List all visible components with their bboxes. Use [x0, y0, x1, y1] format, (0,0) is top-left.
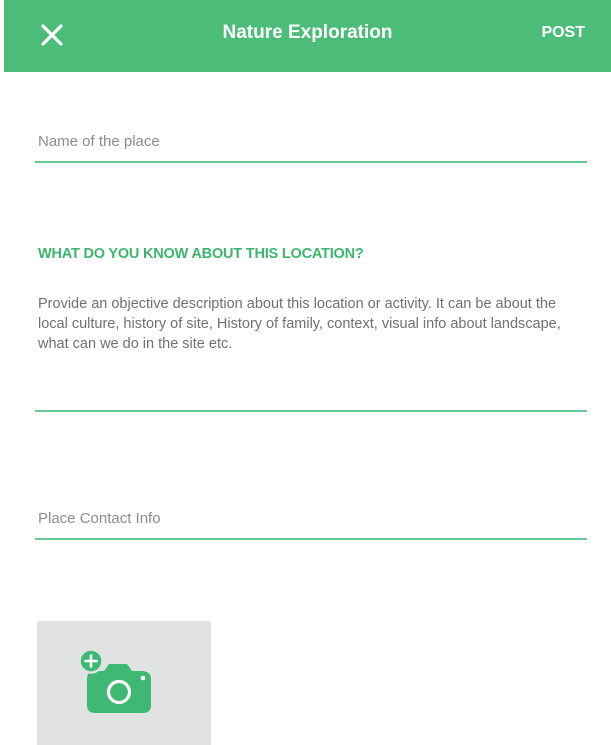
close-button[interactable] — [30, 13, 74, 57]
page-title: Nature Exploration — [222, 22, 393, 43]
location-section-heading: WHAT DO YOU KNOW ABOUT THIS LOCATION? — [38, 246, 364, 262]
place-name-field — [35, 121, 590, 163]
place-name-input[interactable] — [35, 121, 590, 161]
description-textarea[interactable] — [35, 294, 578, 404]
description-field — [35, 294, 587, 412]
contact-info-field — [35, 498, 590, 540]
add-photo-camera-icon — [78, 648, 151, 713]
app-bar: Nature Exploration POST — [4, 0, 611, 72]
close-icon — [41, 24, 63, 46]
contact-info-input[interactable] — [35, 498, 590, 538]
add-photo-button[interactable] — [37, 621, 211, 745]
post-button[interactable]: POST — [541, 0, 585, 66]
